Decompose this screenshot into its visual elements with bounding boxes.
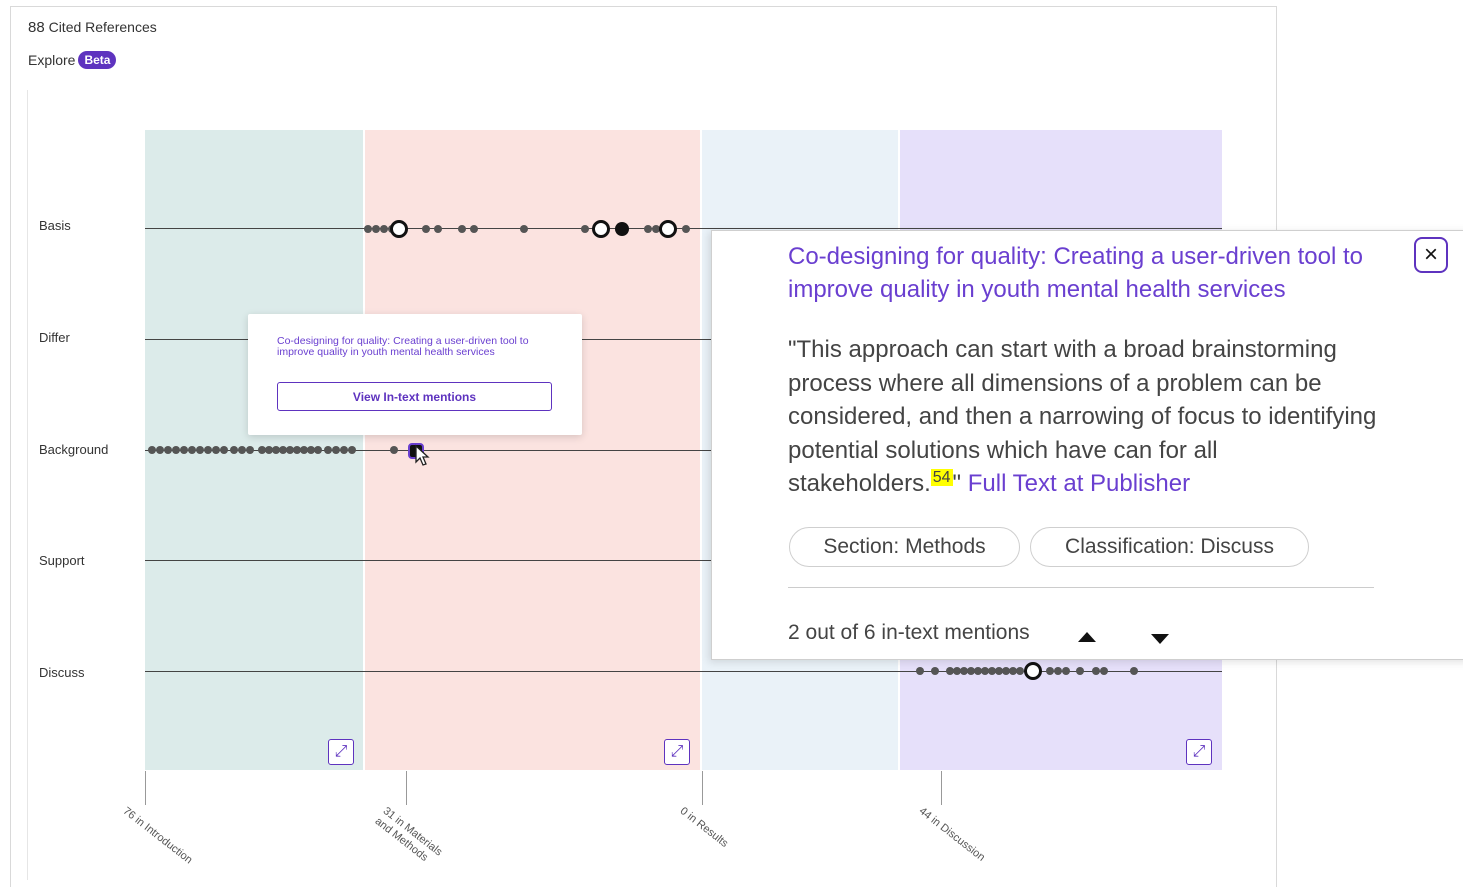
citation-dot[interactable] [364,225,372,233]
citation-dot[interactable] [238,446,246,454]
citation-dot[interactable] [581,225,589,233]
citation-dot[interactable] [348,446,356,454]
section-tick [702,771,703,805]
mouse-cursor-icon [415,444,430,466]
citation-dot[interactable] [931,667,939,675]
citation-dot[interactable] [1130,667,1138,675]
citation-dot[interactable] [390,220,408,238]
citation-dot[interactable] [314,446,322,454]
section-tick [145,771,146,805]
citation-dot[interactable] [592,220,610,238]
citation-dot[interactable] [372,225,380,233]
citation-dot[interactable] [659,220,677,238]
citation-number-highlight: 54 [930,469,953,486]
citation-dot[interactable] [458,225,466,233]
citation-dot[interactable] [1024,662,1042,680]
citation-dot[interactable] [188,446,196,454]
quote-close: " [952,470,962,497]
citation-dot[interactable] [380,225,388,233]
citation-dot[interactable] [434,225,442,233]
mentions-counter: 2 out of 6 in-text mentions [788,621,1030,644]
panel-reference-title[interactable]: Co-designing for quality: Creating a use… [788,240,1388,306]
explore-label: Explore [28,52,76,68]
citation-dot[interactable] [212,446,220,454]
citation-dot[interactable] [916,667,924,675]
citation-dot[interactable] [340,446,348,454]
panel-divider [788,587,1374,588]
citation-dot[interactable] [470,225,478,233]
mention-quote: "This approach can start with a broad br… [788,333,1378,501]
citation-dot[interactable] [196,446,204,454]
section-tick [941,771,942,805]
count-value: 88 [28,19,45,36]
citation-dot[interactable] [1076,667,1084,675]
row-label-basis: Basis [39,218,71,233]
citation-dot[interactable] [180,446,188,454]
cited-references-count: 88 Cited References [28,19,157,36]
citation-dot[interactable] [204,446,212,454]
section-tick [406,771,407,805]
citation-dot[interactable] [682,225,690,233]
citation-dot[interactable] [230,446,238,454]
citation-dot[interactable] [324,446,332,454]
count-label: Cited References [48,19,157,35]
beta-badge: Beta [78,51,117,69]
citation-dot[interactable] [520,225,528,233]
citation-dot[interactable] [390,446,398,454]
close-icon[interactable]: × [1414,237,1448,273]
citation-dot[interactable] [1092,667,1100,675]
citation-dot[interactable] [644,225,652,233]
citation-dot[interactable] [220,446,228,454]
row-label-differ: Differ [39,330,70,345]
citation-dot[interactable] [172,446,180,454]
citation-dot[interactable] [246,446,254,454]
citation-dot[interactable] [1062,667,1070,675]
tooltip-reference-title[interactable]: Co-designing for quality: Creating a use… [277,336,567,358]
expand-discussion-button[interactable]: ⤢ [1186,739,1212,765]
expand-materials-button[interactable]: ⤢ [664,739,690,765]
citation-dot[interactable] [1016,667,1024,675]
explore-row: Explore Beta [28,51,117,69]
citation-dot[interactable] [156,446,164,454]
full-text-link[interactable]: Full Text at Publisher [968,470,1190,497]
chart-frame-line [27,90,28,880]
reference-tooltip: Co-designing for quality: Creating a use… [248,314,582,435]
citation-dot[interactable] [422,225,430,233]
view-in-text-mentions-button[interactable]: View In-text mentions [277,382,552,411]
citation-dot[interactable] [148,446,156,454]
section-tag: Section: Methods [789,527,1020,567]
row-label-background: Background [39,442,109,457]
citation-dot[interactable] [615,222,629,236]
mention-detail-panel: Co-designing for quality: Creating a use… [711,230,1463,660]
expand-introduction-button[interactable]: ⤢ [328,739,354,765]
citation-dot[interactable] [1046,667,1054,675]
citation-dot[interactable] [332,446,340,454]
row-label-discuss: Discuss [39,665,85,680]
row-label-support: Support [39,553,85,568]
citation-dot[interactable] [164,446,172,454]
previous-mention-icon[interactable] [1078,632,1096,642]
next-mention-icon[interactable] [1151,634,1169,644]
citation-dot[interactable] [1100,667,1108,675]
classification-tag: Classification: Discuss [1030,527,1309,567]
citation-dot[interactable] [1054,667,1062,675]
